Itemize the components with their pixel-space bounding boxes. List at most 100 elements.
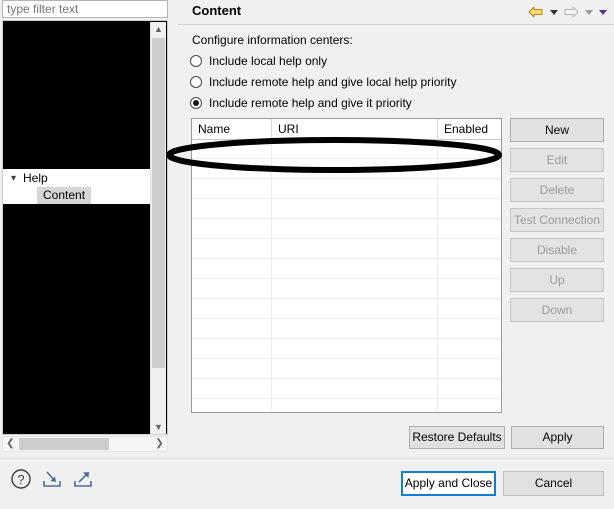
- information-centers-table[interactable]: Name URI Enabled: [191, 118, 502, 413]
- table-row[interactable]: [192, 159, 501, 179]
- table-cell: [272, 279, 438, 298]
- back-arrow-icon[interactable]: [527, 3, 545, 21]
- table-row[interactable]: [192, 239, 501, 259]
- table-cell: [438, 359, 501, 378]
- table-row[interactable]: [192, 139, 501, 159]
- table-cell: [438, 239, 501, 258]
- radio-remote-priority[interactable]: Include remote help and give it priority: [190, 94, 412, 112]
- table-cell: [272, 339, 438, 358]
- table-row[interactable]: [192, 279, 501, 299]
- filter-input[interactable]: [2, 0, 168, 18]
- view-menu-caret-icon[interactable]: [597, 3, 608, 21]
- table-cell: [192, 139, 272, 158]
- table-cell: [438, 279, 501, 298]
- back-dropdown-caret-icon[interactable]: [548, 3, 559, 21]
- table-row[interactable]: [192, 399, 501, 412]
- new-button[interactable]: New: [510, 118, 604, 142]
- table-cell: [192, 359, 272, 378]
- radio-mark[interactable]: [190, 55, 202, 67]
- table-row[interactable]: [192, 259, 501, 279]
- table-cell: [272, 399, 438, 412]
- svg-text:?: ?: [17, 472, 24, 487]
- table-row[interactable]: [192, 319, 501, 339]
- table-cell: [272, 319, 438, 338]
- table-cell: [272, 299, 438, 318]
- radio-remote-local-priority[interactable]: Include remote help and give local help …: [190, 73, 456, 91]
- sidebar-item-help-label: Help: [23, 171, 48, 185]
- table-row[interactable]: [192, 359, 501, 379]
- radio-mark[interactable]: [190, 97, 202, 109]
- import-icon[interactable]: [41, 468, 63, 493]
- table-cell: [192, 199, 272, 218]
- table-action-buttons: New Edit Delete Test Connection Disable …: [510, 118, 604, 328]
- radio-include-local-help-only[interactable]: Include local help only: [190, 52, 327, 70]
- radio-label: Include remote help and give local help …: [209, 75, 457, 89]
- table-row[interactable]: [192, 339, 501, 359]
- preference-page-content: Content Configure information centers: I…: [178, 0, 614, 458]
- table-cell: [272, 199, 438, 218]
- dialog-utility-icons: ?: [10, 468, 94, 493]
- sidebar-item-content[interactable]: Content: [37, 187, 92, 204]
- scroll-down-icon[interactable]: ▼: [151, 420, 166, 434]
- table-cell: [272, 159, 438, 178]
- restore-defaults-button[interactable]: Restore Defaults: [409, 426, 505, 449]
- page-title: Content: [192, 3, 242, 18]
- table-row[interactable]: [192, 199, 501, 219]
- table-cell: [192, 159, 272, 178]
- table-cell: [192, 279, 272, 298]
- sidebar-item-help[interactable]: ▾ Help: [11, 170, 48, 187]
- tree-vertical-scrollbar[interactable]: ▲ ▼: [150, 22, 166, 434]
- scroll-left-icon[interactable]: ❮: [3, 437, 18, 451]
- page-header: Content: [178, 0, 614, 25]
- table-row[interactable]: [192, 299, 501, 319]
- column-header-enabled[interactable]: Enabled: [438, 119, 501, 139]
- radio-label: Include local help only: [209, 54, 328, 68]
- export-icon[interactable]: [72, 468, 94, 493]
- radio-label: Include remote help and give it priority: [209, 96, 412, 110]
- preferences-dialog: ▾Help Content ▲ ▼ ❮ ❯ Content: [0, 0, 614, 509]
- table-cell: [192, 399, 272, 412]
- apply-button[interactable]: Apply: [511, 426, 604, 449]
- table-cell: [272, 259, 438, 278]
- scroll-up-icon[interactable]: ▲: [151, 22, 166, 37]
- cancel-button[interactable]: Cancel: [503, 471, 604, 496]
- preferences-tree[interactable]: ▾ Help Content ▲ ▼: [2, 20, 168, 435]
- table-row[interactable]: [192, 379, 501, 399]
- scroll-right-icon[interactable]: ❯: [152, 437, 167, 451]
- radio-mark[interactable]: [190, 76, 202, 88]
- table-row[interactable]: [192, 179, 501, 199]
- table-cell: [438, 379, 501, 398]
- tree-vertical-scroll-thumb[interactable]: [152, 38, 165, 368]
- table-cell: [438, 139, 501, 158]
- apply-and-close-button[interactable]: Apply and Close: [401, 471, 496, 496]
- table-cell: [192, 239, 272, 258]
- tree-horizontal-scroll-thumb[interactable]: [19, 438, 109, 450]
- test-connection-button: Test Connection: [510, 208, 604, 232]
- forward-dropdown-caret-icon[interactable]: [583, 3, 594, 21]
- column-header-uri[interactable]: URI: [272, 119, 438, 139]
- tree-horizontal-scrollbar[interactable]: ❮ ❯: [2, 436, 168, 452]
- table-cell: [192, 219, 272, 238]
- table-cell: [192, 179, 272, 198]
- table-cell: [192, 319, 272, 338]
- configure-information-centers-label: Configure information centers:: [192, 33, 353, 47]
- forward-arrow-icon[interactable]: [562, 3, 580, 21]
- table-cell: [438, 339, 501, 358]
- page-navigation-toolbar: [527, 3, 608, 21]
- help-icon[interactable]: ?: [10, 468, 32, 493]
- table-cell: [438, 199, 501, 218]
- table-row[interactable]: [192, 219, 501, 239]
- column-header-name[interactable]: Name: [192, 119, 272, 139]
- preferences-tree-panel: ▾Help Content ▲ ▼ ❮ ❯: [0, 0, 172, 458]
- up-button: Up: [510, 268, 604, 292]
- table-cell: [438, 319, 501, 338]
- table-cell: [438, 259, 501, 278]
- table-body[interactable]: [192, 139, 501, 412]
- table-cell: [272, 139, 438, 158]
- table-cell: [438, 179, 501, 198]
- edit-button: Edit: [510, 148, 604, 172]
- chevron-down-icon[interactable]: ▾: [11, 170, 23, 187]
- table-cell: [272, 359, 438, 378]
- sidebar-item-content-label: Content: [43, 188, 86, 202]
- table-cell: [438, 219, 501, 238]
